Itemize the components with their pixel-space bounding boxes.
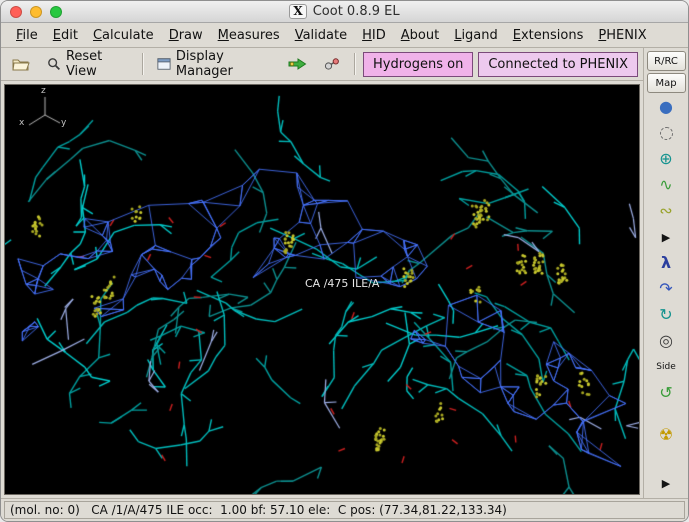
- hydrogens-toggle-button[interactable]: Hydrogens on: [363, 51, 474, 77]
- x11-icon: X: [289, 4, 307, 19]
- atom-bond-icon: [325, 58, 340, 70]
- sphere-refine-button[interactable]: ●: [649, 95, 683, 119]
- menu-hid[interactable]: HID: [355, 25, 393, 46]
- display-manager-button[interactable]: Display Manager: [151, 45, 277, 83]
- radiation-icon: ☢: [658, 425, 674, 444]
- coil-arrow-icon: ∾: [659, 201, 673, 220]
- lambda-curve-icon: λ: [660, 253, 672, 272]
- refine-regularize-button[interactable]: R/RC: [646, 51, 686, 71]
- menu-draw[interactable]: Draw: [162, 25, 210, 46]
- coot-window: X Coot 0.8.9 EL File Edit Calculate Draw…: [0, 0, 689, 522]
- rotate-arrow-icon: ↺: [659, 383, 673, 402]
- circular-arrows-icon: ↻: [659, 305, 673, 324]
- mutate-button[interactable]: ☢: [649, 423, 683, 447]
- menu-about[interactable]: About: [394, 25, 446, 46]
- zoom-button[interactable]: [50, 5, 62, 18]
- menu-ligand[interactable]: Ligand: [447, 25, 505, 46]
- magnifier-icon: [48, 58, 60, 71]
- go-to-ligand-button[interactable]: [318, 53, 346, 75]
- menu-edit[interactable]: Edit: [46, 25, 85, 46]
- go-to-atom-button[interactable]: [282, 54, 313, 74]
- menu-extensions[interactable]: Extensions: [506, 25, 591, 46]
- green-arrow-icon: [288, 58, 307, 70]
- ring-icon: ◎: [659, 331, 673, 350]
- phenix-connection-toggle-button[interactable]: Connected to PHENIX: [478, 51, 638, 77]
- dashed-circle-icon: [659, 126, 673, 140]
- regularize-zone-button[interactable]: [649, 121, 683, 145]
- side-chain-flip-button[interactable]: Side: [649, 355, 683, 379]
- rotate-translate-zone-button[interactable]: ∿: [649, 173, 683, 197]
- reset-view-label: Reset View: [65, 49, 103, 79]
- bottom-expander-button[interactable]: ▶: [649, 471, 683, 495]
- traffic-lights: [1, 5, 62, 18]
- blue-sphere-icon: ●: [659, 97, 673, 116]
- reset-view-button[interactable]: Reset View: [41, 45, 134, 83]
- flip-peptide-button[interactable]: ◎: [649, 329, 683, 353]
- toolbar-separator: [142, 53, 143, 75]
- toolbar-expander-button[interactable]: ▶: [649, 225, 683, 249]
- right-toolbar: R/RC Map ● ⊕ ∿ ∾ ▶ λ ↷ ↻ ◎ Side ↺ ☢ ▶: [643, 48, 688, 498]
- titlebar: X Coot 0.8.9 EL: [1, 1, 688, 23]
- main-column: Reset View Display Manager Hydrogens on …: [1, 48, 643, 498]
- graphics-viewport: x y z CA /475 ILE/A: [4, 84, 640, 495]
- side-chain-flip-label: Side: [656, 362, 676, 372]
- undo-rotate-button[interactable]: ↺: [649, 381, 683, 405]
- green-coil-icon: ∿: [659, 175, 673, 194]
- display-manager-label: Display Manager: [175, 49, 233, 79]
- expander-arrow-icon: ▶: [661, 230, 671, 244]
- molecule-canvas[interactable]: [5, 85, 639, 494]
- menu-calculate[interactable]: Calculate: [86, 25, 161, 46]
- edit-chi-angles-button[interactable]: ↷: [649, 277, 683, 301]
- window-title: Coot 0.8.9 EL: [312, 4, 400, 19]
- auto-fit-rotamer-button[interactable]: ∾: [649, 199, 683, 223]
- open-folder-icon: [12, 59, 30, 71]
- toolbar-separator: [354, 53, 356, 75]
- curve-arrow-icon: ↷: [659, 279, 673, 298]
- menu-file[interactable]: File: [9, 25, 45, 46]
- torsion-general-button[interactable]: ↻: [649, 303, 683, 327]
- rotamers-button[interactable]: λ: [649, 251, 683, 275]
- content-row: Reset View Display Manager Hydrogens on …: [1, 48, 688, 498]
- toolbar: Reset View Display Manager Hydrogens on …: [1, 48, 643, 81]
- map-button[interactable]: Map: [646, 73, 686, 93]
- display-manager-icon: [157, 58, 171, 70]
- menu-measures[interactable]: Measures: [211, 25, 287, 46]
- target-cross-icon: ⊕: [659, 149, 673, 168]
- menu-validate[interactable]: Validate: [288, 25, 354, 46]
- open-coordinates-button[interactable]: [6, 53, 36, 75]
- bottom-expander-arrow-icon: ▶: [661, 476, 671, 490]
- rigid-body-fit-button[interactable]: ⊕: [649, 147, 683, 171]
- status-message: (mol. no: 0) CA /1/A/475 ILE occ: 1.00 b…: [4, 501, 685, 519]
- window-title-area: X Coot 0.8.9 EL: [1, 1, 688, 22]
- close-button[interactable]: [10, 5, 22, 18]
- menu-phenix[interactable]: PHENIX: [591, 25, 653, 46]
- statusbar: (mol. no: 0) CA /1/A/475 ILE occ: 1.00 b…: [1, 498, 688, 521]
- minimize-button[interactable]: [30, 5, 42, 18]
